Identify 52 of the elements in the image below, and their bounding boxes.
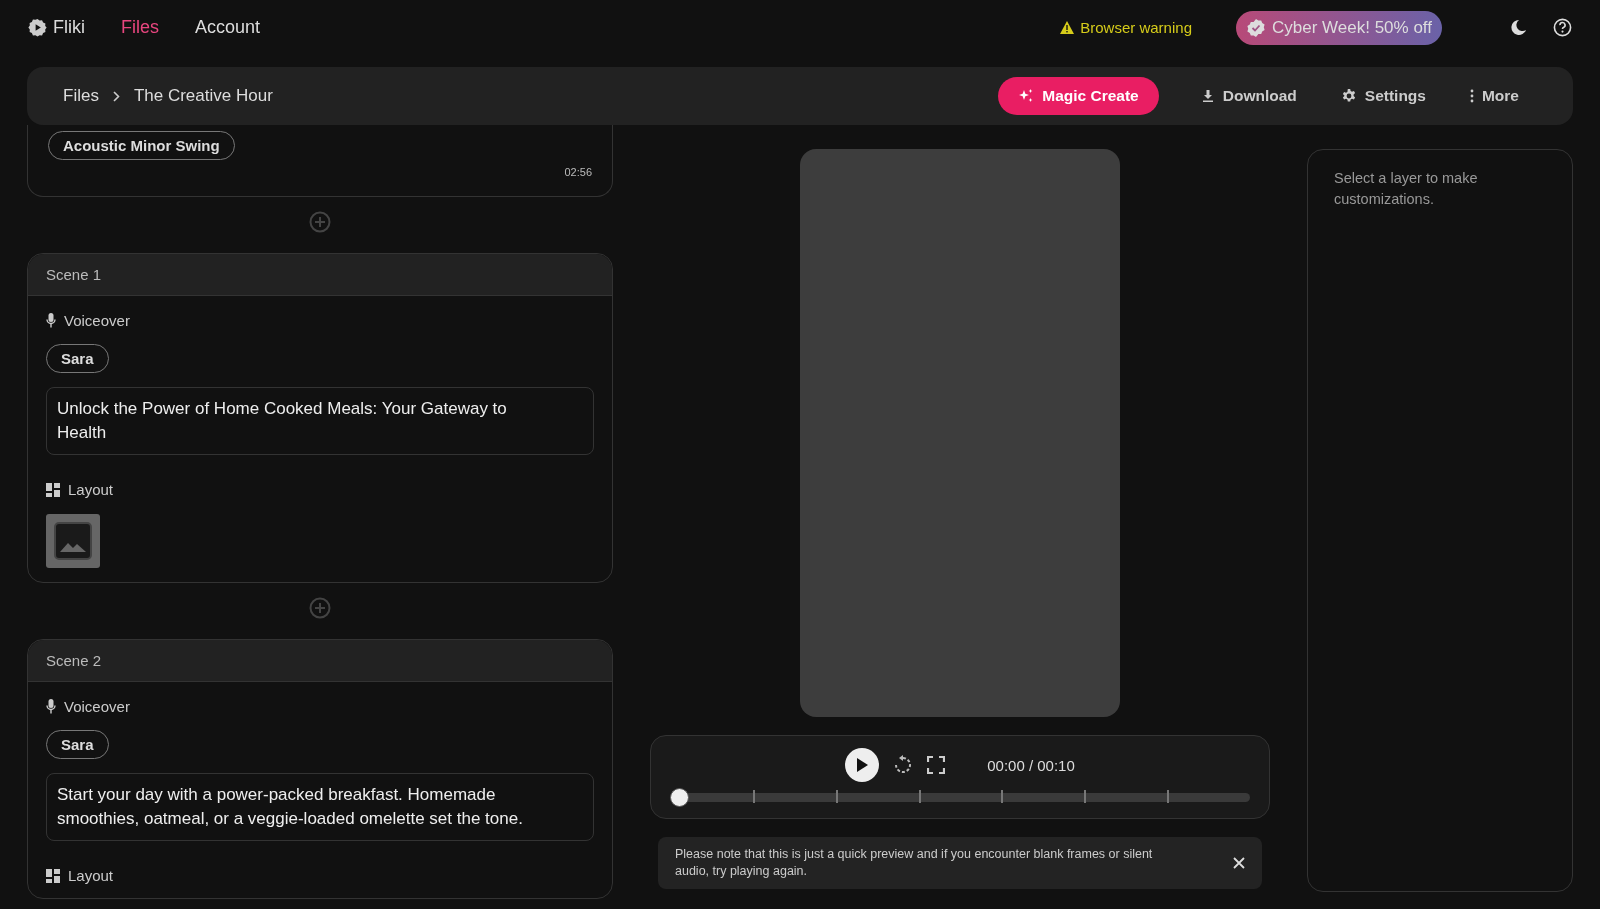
logo-icon: [28, 18, 47, 37]
nav-link[interactable]: Account: [177, 17, 279, 38]
settings-icon: [1340, 88, 1357, 104]
fullscreen-icon: [927, 756, 946, 774]
music-duration: 02:56: [564, 166, 592, 178]
magic-button[interactable]: Magic Create: [998, 77, 1159, 115]
browser-warning[interactable]: Browser warning: [1080, 19, 1192, 36]
voiceover-label: Voiceover: [64, 698, 130, 715]
scene-title: Scene 2: [46, 652, 102, 669]
voiceover-label: Voiceover: [64, 312, 130, 329]
chevron-icon: [112, 90, 120, 102]
add-icon: [309, 597, 331, 619]
layout-icon: [46, 482, 60, 497]
badge-check-icon: [1246, 17, 1266, 38]
more-button[interactable]: More: [1451, 77, 1537, 115]
layout-label: Layout: [68, 867, 114, 884]
warning-icon: [1060, 21, 1075, 34]
notice-text: Please note that this is just a quick preview and if you encounter blank frames or silent audio, try playing again.: [675, 846, 1154, 880]
moon-icon: [1510, 19, 1527, 36]
layout-thumbnail[interactable]: [46, 514, 100, 568]
timeline-handle[interactable]: [670, 788, 689, 807]
brand-name: Fliki: [53, 17, 85, 38]
script-field[interactable]: Start your day with a power-packed breakfast. Homemade smoothies, oatmeal, or a veggie-loaded omelette set the tone.: [46, 773, 594, 841]
close-icon: [1233, 857, 1245, 869]
scene-title: Scene 1: [46, 266, 102, 283]
image-icon: [53, 521, 93, 561]
layout-label: Layout: [68, 481, 114, 498]
dark-mode-button[interactable]: [1510, 19, 1527, 36]
more-icon: [1469, 89, 1474, 103]
replay-button[interactable]: [893, 755, 914, 775]
timeline-slider[interactable]: [670, 788, 1250, 807]
download-button[interactable]: Download: [1182, 77, 1315, 115]
help-icon: [1553, 18, 1572, 37]
add-icon: [309, 211, 331, 233]
inspector-hint: Select a layer to make customizations.: [1334, 170, 1478, 207]
download-icon: [1200, 89, 1215, 103]
close-button[interactable]: [1233, 857, 1245, 869]
layout-icon: [46, 868, 60, 883]
breadcrumb-link[interactable]: Files: [63, 86, 99, 106]
play-icon: [856, 758, 869, 772]
breadcrumb-current: The Creative Hour: [133, 86, 273, 106]
microphone-icon: [46, 699, 56, 714]
play-button[interactable]: [845, 748, 880, 782]
help-button[interactable]: [1553, 18, 1572, 37]
script-field[interactable]: Unlock the Power of Home Cooked Meals: Your Gateway to Health: [46, 387, 594, 455]
promo-button[interactable]: Cyber Week! 50% off: [1236, 10, 1442, 45]
playback-time: 00:00 / 00:10: [987, 756, 1075, 774]
microphone-icon: [46, 313, 56, 328]
nav-link[interactable]: Files: [103, 17, 177, 38]
replay-icon: [893, 755, 914, 775]
settings-button[interactable]: Settings: [1322, 77, 1444, 115]
fullscreen-button[interactable]: [927, 756, 946, 774]
